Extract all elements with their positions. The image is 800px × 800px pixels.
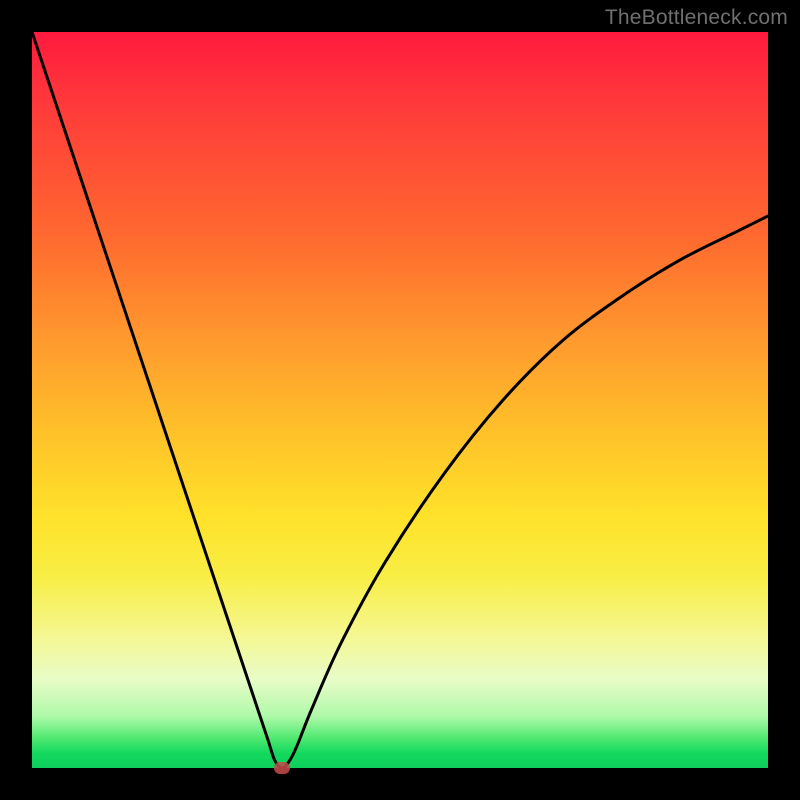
bottleneck-curve: [32, 32, 768, 768]
optimal-point-marker: [274, 762, 290, 774]
curve-svg: [32, 32, 768, 768]
plot-area: [32, 32, 768, 768]
watermark-text: TheBottleneck.com: [605, 6, 788, 30]
chart-frame: TheBottleneck.com: [0, 0, 800, 800]
